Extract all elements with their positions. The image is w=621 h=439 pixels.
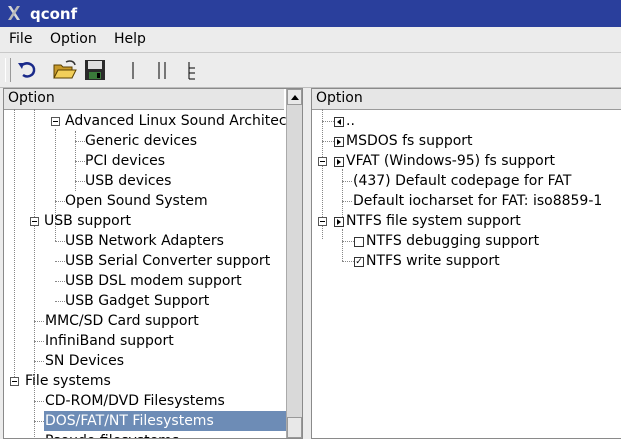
tree-connector xyxy=(75,141,85,142)
tree-connector xyxy=(55,301,65,302)
tree-column-header[interactable]: Option xyxy=(4,89,284,110)
tree-item-sn-devices[interactable]: SN Devices xyxy=(45,351,124,371)
full-view-icon xyxy=(188,62,195,80)
tree-item-open-sound-system[interactable]: Open Sound System xyxy=(65,191,208,211)
tree-connector xyxy=(34,361,44,362)
tree-scrollbar[interactable] xyxy=(286,89,302,438)
tree-item-pci-devices[interactable]: PCI devices xyxy=(85,151,165,171)
tree-item-dos-fat-nt[interactable]: DOS/FAT/NT Filesystems xyxy=(44,411,287,431)
tree-item-generic-devices[interactable]: Generic devices xyxy=(85,131,197,151)
tree-item-file-systems[interactable]: File systems xyxy=(25,371,111,391)
single-view-icon xyxy=(132,62,134,79)
tree-connector xyxy=(34,321,44,322)
tree-connector xyxy=(75,161,85,162)
tree-item-alsa[interactable]: Advanced Linux Sound Architec xyxy=(65,111,287,131)
tree-connector xyxy=(55,201,65,202)
menu-file[interactable]: File xyxy=(9,31,32,47)
submenu-icon[interactable] xyxy=(334,157,344,167)
tree-connector xyxy=(75,181,85,182)
option-column-header[interactable]: Option xyxy=(312,89,621,110)
tree-item-usb-gadget-support[interactable]: USB Gadget Support xyxy=(65,291,209,311)
option-vfat-fs[interactable]: VFAT (Windows-95) fs support xyxy=(346,151,555,171)
tree-connector xyxy=(34,421,44,422)
save-button[interactable] xyxy=(82,57,108,83)
option-default-codepage[interactable]: (437) Default codepage for FAT xyxy=(353,171,571,191)
tree-connector xyxy=(342,241,354,242)
option-ntfs-write[interactable]: NTFS write support xyxy=(366,251,500,271)
tree-connector xyxy=(55,241,65,242)
tree-item-usb-dsl-modem[interactable]: USB DSL modem support xyxy=(65,271,242,291)
toolbar-grip[interactable] xyxy=(5,58,11,82)
config-tree-pane[interactable]: Option Advanced Linux Sound Architec Gen… xyxy=(3,88,303,439)
single-view-button[interactable] xyxy=(120,57,146,83)
title-bar: qconf xyxy=(0,0,621,27)
tree-connector xyxy=(342,201,352,202)
save-icon xyxy=(85,60,105,80)
tree-item-usb-support[interactable]: USB support xyxy=(44,211,131,231)
ntfs-write-checkbox[interactable]: ✓ xyxy=(354,257,364,267)
option-list-pane[interactable]: Option .. MSDOS fs support VFAT (Windows… xyxy=(311,88,621,439)
tree-item-infiniband[interactable]: InfiniBand support xyxy=(45,331,174,351)
collapse-icon[interactable] xyxy=(318,157,327,166)
option-default-iocharset[interactable]: Default iocharset for FAT: iso8859-1 xyxy=(353,191,602,211)
tree-connector xyxy=(322,141,334,142)
submenu-icon[interactable] xyxy=(334,137,344,147)
tree-connector xyxy=(14,109,15,381)
menu-option[interactable]: Option xyxy=(50,31,97,47)
ntfs-debugging-checkbox[interactable] xyxy=(354,237,364,247)
collapse-icon[interactable] xyxy=(10,377,19,386)
option-ntfs-debugging[interactable]: NTFS debugging support xyxy=(366,231,539,251)
tree-connector xyxy=(55,261,65,262)
menu-help[interactable]: Help xyxy=(114,31,146,47)
split-view-icon xyxy=(158,62,166,79)
open-folder-icon xyxy=(53,60,77,79)
split-view-button[interactable] xyxy=(149,57,175,83)
option-column-header-label: Option xyxy=(316,90,363,106)
option-msdos-fs[interactable]: MSDOS fs support xyxy=(346,131,473,151)
tree-item-cdrom-dvd[interactable]: CD-ROM/DVD Filesystems xyxy=(45,391,225,411)
tree-connector xyxy=(34,401,44,402)
menu-bar: File Option Help xyxy=(0,27,621,53)
collapse-icon[interactable] xyxy=(30,217,39,226)
window-title: qconf xyxy=(30,5,78,23)
tree-connector xyxy=(55,281,65,282)
tree-connector xyxy=(342,229,343,261)
undo-icon xyxy=(18,62,36,78)
scroll-thumb[interactable] xyxy=(287,417,302,438)
collapse-icon[interactable] xyxy=(51,117,60,126)
tree-item-mmc-sd-card[interactable]: MMC/SD Card support xyxy=(45,311,199,331)
tree-connector xyxy=(34,341,44,342)
tree-connector xyxy=(342,261,354,262)
collapse-icon[interactable] xyxy=(318,217,327,226)
full-view-button[interactable] xyxy=(179,57,205,83)
tree-item-pseudo-filesystems[interactable]: Pseudo filesystems xyxy=(45,431,179,438)
open-button[interactable] xyxy=(52,57,78,83)
tree-connector xyxy=(322,121,334,122)
tree-connector xyxy=(342,169,343,221)
tree-item-usb-devices[interactable]: USB devices xyxy=(85,171,171,191)
parent-menu-icon[interactable] xyxy=(334,117,344,127)
tree-item-usb-network-adapters[interactable]: USB Network Adapters xyxy=(65,231,224,251)
scroll-up-arrow-icon[interactable] xyxy=(287,89,302,105)
tree-item-usb-serial-converter[interactable]: USB Serial Converter support xyxy=(65,251,270,271)
toolbar xyxy=(0,53,621,88)
option-parent[interactable]: .. xyxy=(346,111,355,131)
tree-connector xyxy=(342,181,352,182)
tree-column-header-label: Option xyxy=(8,90,55,106)
x-logo-icon xyxy=(8,6,20,20)
undo-button[interactable] xyxy=(14,57,40,83)
option-ntfs-fs[interactable]: NTFS file system support xyxy=(346,211,521,231)
submenu-icon[interactable] xyxy=(334,217,344,227)
